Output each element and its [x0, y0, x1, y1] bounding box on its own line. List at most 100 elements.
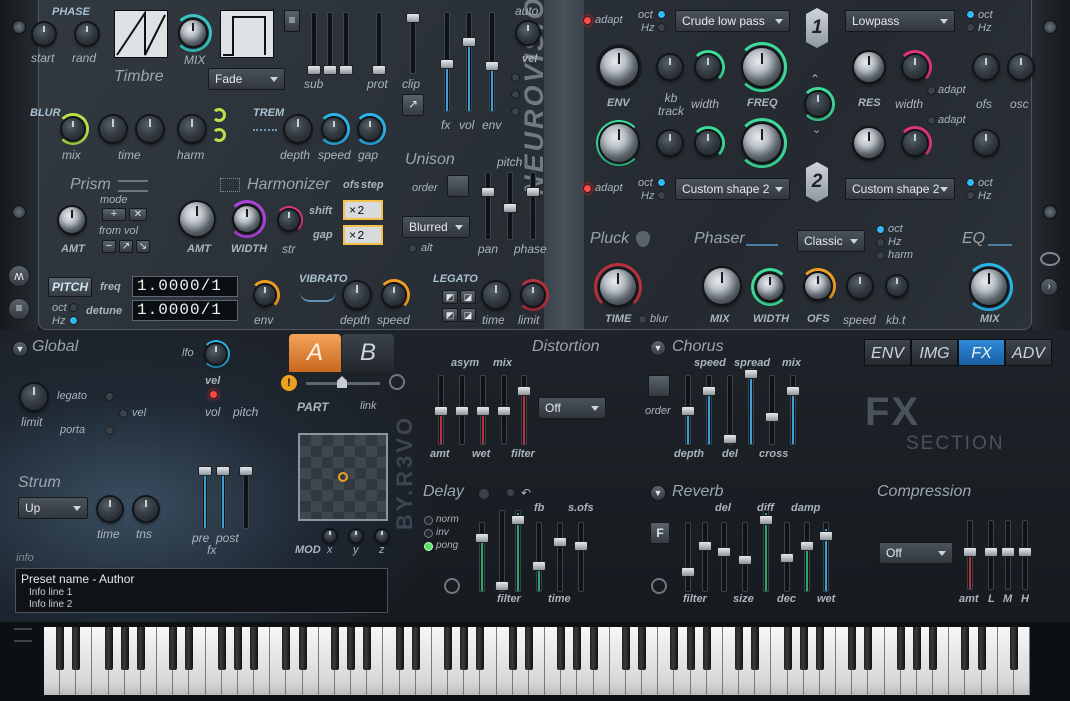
reverb-size-b-cap[interactable] [738, 555, 752, 565]
piano-black-key[interactable] [508, 627, 517, 670]
reverb-diff-slider[interactable] [759, 510, 773, 592]
delay-fb-slider[interactable] [511, 510, 525, 592]
delay-time-slider-b[interactable] [553, 522, 567, 592]
delay-time-b-cap[interactable] [553, 537, 567, 547]
reverb-size-slider[interactable] [717, 522, 731, 592]
piano-black-key[interactable] [298, 627, 307, 670]
vel-curve-led-1[interactable] [511, 73, 520, 82]
global-legato-led[interactable] [105, 392, 114, 401]
filter1-kb-track-knob[interactable] [658, 55, 682, 79]
harmonizer-gap-value[interactable]: ×2 [343, 225, 383, 245]
global-pre-cap[interactable] [198, 466, 212, 476]
phaser-ofs-knob[interactable] [805, 273, 831, 299]
unison-pitch-cap[interactable] [503, 203, 517, 213]
piano-black-key[interactable] [621, 627, 630, 670]
unison-alt-led[interactable] [408, 244, 417, 253]
compression-h-cap[interactable] [1018, 547, 1032, 557]
blur-time-knob-b[interactable] [137, 116, 163, 142]
piano-black-key[interactable] [751, 627, 760, 670]
delay-fb-cap[interactable] [511, 515, 525, 525]
legato-mode-button-4[interactable]: ◪ [460, 308, 476, 322]
distortion-filter-slider[interactable] [517, 375, 531, 445]
fx-slider-cap[interactable] [440, 59, 454, 69]
piano-black-key[interactable] [395, 627, 404, 670]
part-target-icon[interactable] [389, 374, 405, 390]
mod-z-knob[interactable] [376, 530, 388, 542]
reverb-filter-cap[interactable] [681, 567, 695, 577]
filter1-adapt-led[interactable] [583, 16, 592, 25]
pitch-hz-led[interactable] [69, 316, 78, 325]
piano-black-key[interactable] [169, 627, 178, 670]
reverb-dec-slider[interactable] [780, 522, 794, 592]
timbre-mix-knob[interactable] [180, 20, 206, 46]
timbre-waveform-a[interactable] [114, 9, 168, 58]
chorus-speed-slider[interactable] [702, 375, 716, 445]
filter1-width-knob[interactable] [696, 55, 720, 79]
piano-black-key[interactable] [912, 627, 921, 670]
filter2-freq-knob[interactable] [743, 124, 781, 162]
sub-slider-a-cap[interactable] [307, 65, 321, 75]
piano-black-key[interactable] [476, 627, 485, 670]
sub-slider-c-cap[interactable] [339, 65, 353, 75]
filter1-oct-led[interactable] [657, 10, 666, 19]
delay-sofs-slider[interactable] [574, 522, 588, 592]
prism-x-button[interactable]: ✕ [129, 208, 147, 221]
delay-time-cap[interactable] [532, 561, 546, 571]
filter-right1-osc-knob[interactable] [1009, 55, 1033, 79]
chorus-order-button[interactable] [648, 375, 670, 397]
xy-pad[interactable] [298, 433, 388, 521]
clip-shape-button[interactable]: ↗ [402, 94, 424, 116]
filter2-hz-led[interactable] [657, 191, 666, 200]
global-collapse-button[interactable]: ▼ [12, 341, 28, 357]
filter-right1-oct-led[interactable] [966, 10, 975, 19]
timbre-mode-select[interactable]: Fade [208, 68, 285, 90]
filter-right2-width-knob[interactable] [903, 131, 927, 155]
piano-black-key[interactable] [977, 627, 986, 670]
clip-slider[interactable] [406, 12, 420, 74]
global-porta-led[interactable] [105, 426, 114, 435]
prism-down-button[interactable]: ↘ [136, 240, 150, 253]
harmonizer-shift-value[interactable]: ×2 [343, 200, 383, 220]
vol-slider-cap[interactable] [462, 37, 476, 47]
legato-time-knob[interactable] [483, 282, 509, 308]
piano-black-key[interactable] [330, 627, 339, 670]
reverb-f-button[interactable]: F [650, 522, 670, 544]
compression-amt-slider[interactable] [963, 520, 977, 590]
filter-right1-res-knob[interactable] [854, 52, 884, 82]
reverb-wet-cap[interactable] [819, 531, 833, 541]
delay-target-icon[interactable] [444, 578, 460, 594]
filter-right1-ofs-knob[interactable] [974, 55, 998, 79]
part-warning-icon[interactable]: ! [281, 375, 297, 391]
filter-right2-oct-led[interactable] [966, 178, 975, 187]
prism-plus-button[interactable]: + [102, 208, 126, 221]
piano-black-key[interactable] [250, 627, 259, 670]
distortion-wet-slider[interactable] [476, 375, 490, 445]
filter1-env-knob[interactable] [600, 48, 638, 86]
piano-black-key[interactable] [799, 627, 808, 670]
unison-order-button[interactable] [447, 175, 469, 197]
piano-black-key[interactable] [589, 627, 598, 670]
piano-black-key[interactable] [735, 627, 744, 670]
reverb-del-cap[interactable] [698, 541, 712, 551]
piano-black-key[interactable] [1009, 627, 1018, 670]
piano-black-key[interactable] [363, 627, 372, 670]
reverb-damp-cap[interactable] [800, 541, 814, 551]
reverb-size-slider-b[interactable] [738, 522, 752, 592]
piano-black-key[interactable] [444, 627, 453, 670]
phaser-mode-select[interactable]: Classic [797, 230, 865, 252]
eye-icon[interactable] [1040, 252, 1060, 266]
legato-mode-button-2[interactable]: ◪ [460, 290, 476, 304]
piano-black-key[interactable] [929, 627, 938, 670]
chorus-depth-cap[interactable] [681, 406, 695, 416]
phaser-harm-led[interactable] [876, 251, 885, 260]
piano-black-key[interactable] [670, 627, 679, 670]
chorus-cross-slider[interactable] [765, 375, 779, 445]
pitch-freq-display[interactable]: 1.0000/1 [132, 276, 238, 297]
harmonizer-width-knob[interactable] [234, 206, 260, 232]
env-slider-cap[interactable] [485, 61, 499, 71]
pitch-oct-led[interactable] [69, 303, 78, 312]
distortion-filter-cap[interactable] [517, 386, 531, 396]
prism-amt-knob[interactable] [59, 207, 85, 233]
filter-right2-type-select[interactable]: Custom shape 2 [845, 178, 955, 200]
strum-tns-knob[interactable] [134, 497, 158, 521]
